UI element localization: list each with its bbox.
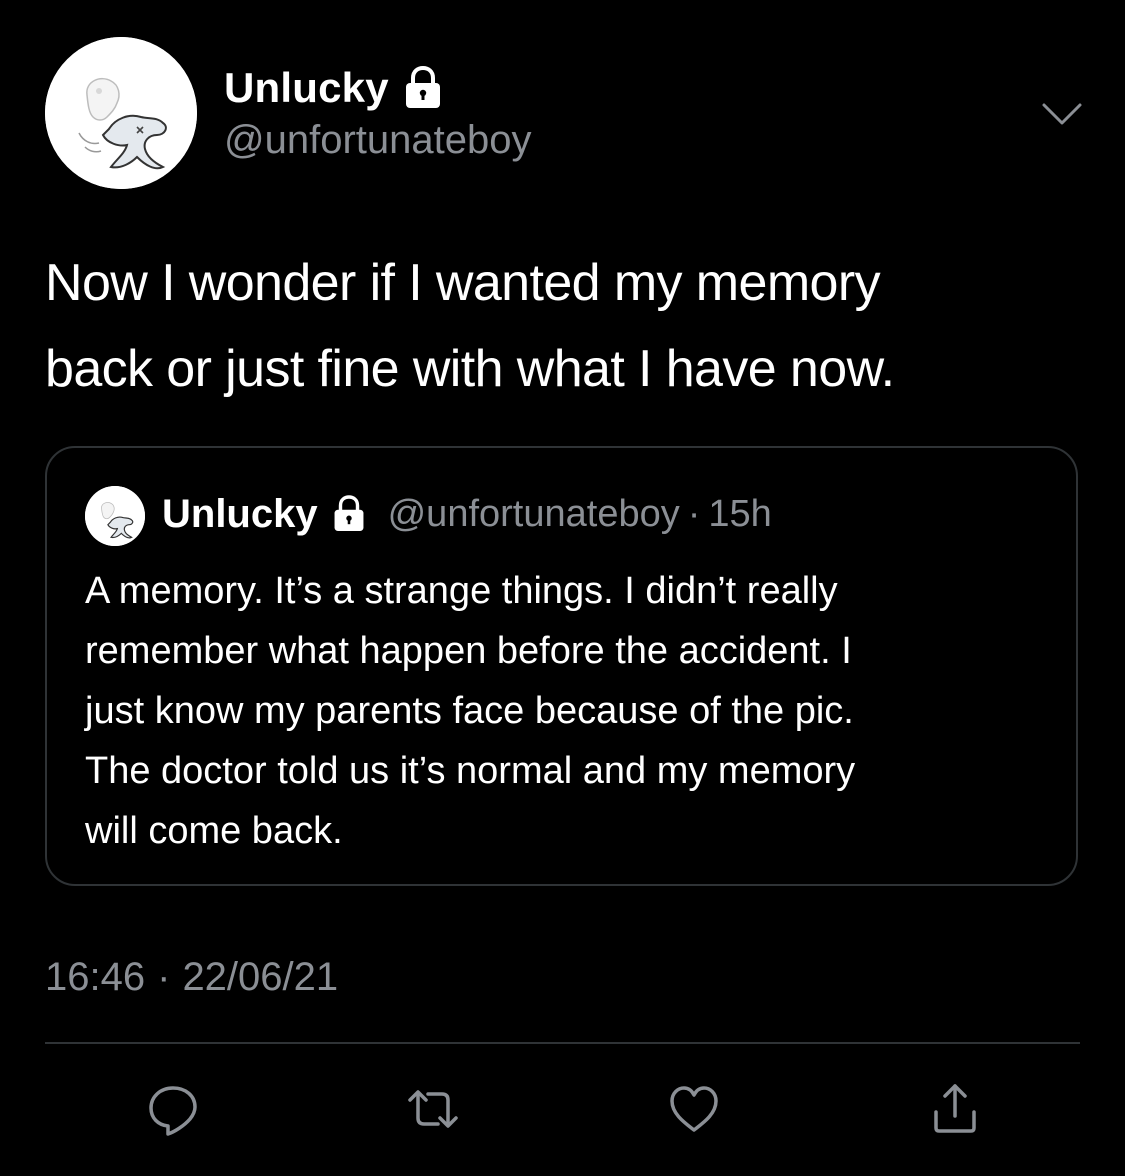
quoted-tweet-header: Unlucky @unfortunateboy · 15h (162, 488, 772, 540)
lock-icon (332, 495, 366, 533)
quoted-tweet-age: 15h (708, 492, 772, 535)
tweet-text: Now I wonder if I wanted my memory back … (45, 254, 895, 398)
action-bar (0, 1070, 1125, 1150)
ghost-doll-drawing-icon (45, 37, 197, 189)
retweet-icon[interactable] (402, 1078, 464, 1140)
separator-dot: · (687, 492, 701, 535)
chevron-down-icon[interactable] (1040, 95, 1084, 135)
quoted-author-avatar (85, 486, 145, 546)
tweet-time: 16:46 (45, 955, 146, 999)
tweet-detail: Unlucky @unfortunateboy Now I wonder if … (0, 0, 1125, 1176)
quoted-author-handle: @unfortunateboy (387, 492, 680, 535)
reply-icon[interactable] (142, 1078, 204, 1140)
divider (45, 1042, 1080, 1044)
author-avatar[interactable] (45, 37, 197, 189)
share-icon[interactable] (924, 1078, 986, 1140)
author-name-row[interactable]: Unlucky (224, 62, 443, 114)
quoted-tweet-card[interactable]: Unlucky @unfortunateboy · 15h A memory. … (45, 446, 1078, 886)
heart-icon[interactable] (663, 1078, 725, 1140)
quoted-author-display-name: Unlucky (162, 491, 318, 536)
tweet-timestamp: 16:46 · 22/06/21 (45, 955, 338, 1000)
separator-dot: · (157, 955, 171, 999)
lock-icon (403, 66, 443, 110)
tweet-date: 22/06/21 (182, 955, 339, 999)
author-handle[interactable]: @unfortunateboy (224, 118, 531, 163)
ghost-doll-drawing-icon (85, 486, 145, 546)
author-display-name[interactable]: Unlucky (224, 64, 389, 112)
quoted-tweet-text: A memory. It’s a strange things. I didn’… (85, 570, 856, 852)
